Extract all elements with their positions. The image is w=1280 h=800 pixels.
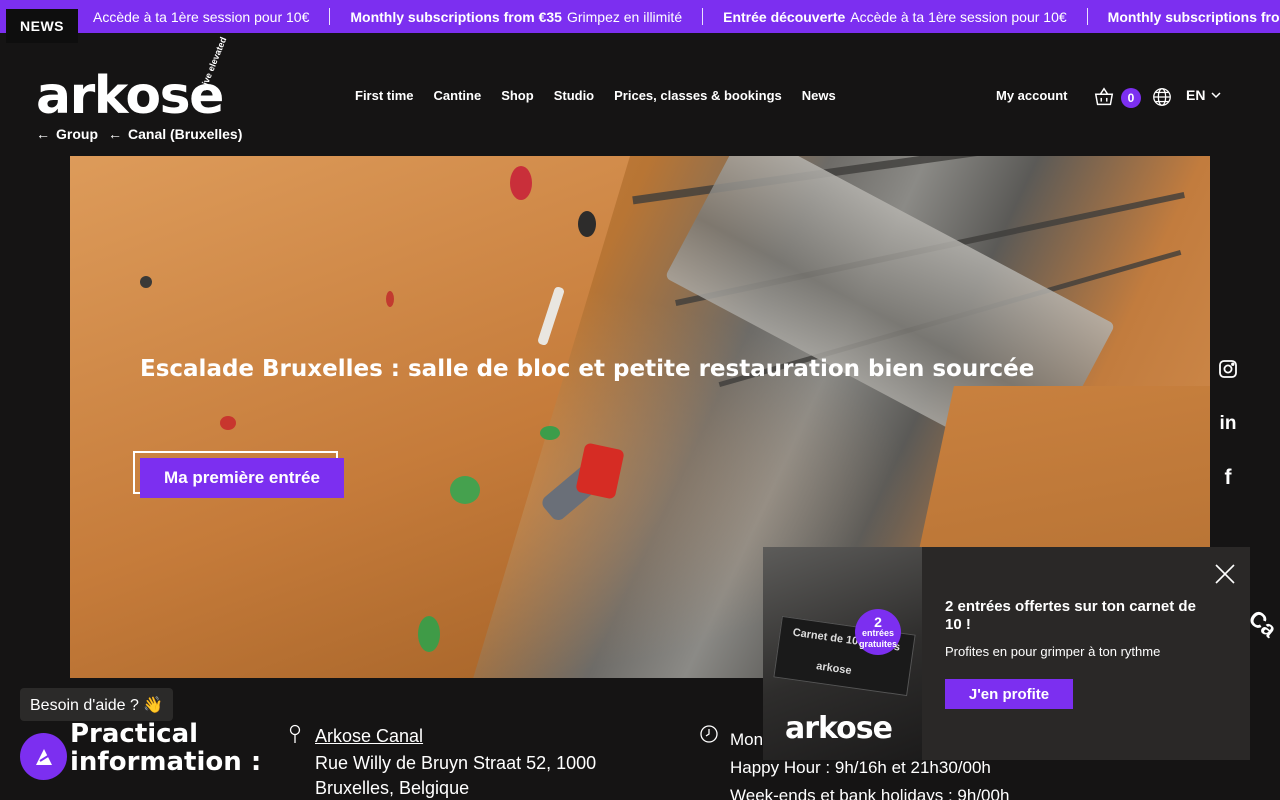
help-bubble[interactable]: Besoin d'aide ? 👋 — [20, 688, 174, 721]
promo-popup: Carnet de 10 entrées arkose 2 entrées gr… — [763, 547, 1250, 760]
badge-text: entrées gratuites — [858, 628, 897, 649]
free-entries-badge: 2 entrées gratuites — [855, 609, 901, 655]
popup-image: Carnet de 10 entrées arkose 2 entrées gr… — [763, 547, 922, 760]
popup-cta-button[interactable]: J'en profite — [945, 679, 1073, 709]
hold — [220, 416, 236, 430]
hold — [450, 476, 480, 504]
badge-number: 2 — [874, 614, 882, 630]
help-chat-button[interactable] — [20, 733, 67, 780]
main-nav: First time Cantine Shop Studio Prices, c… — [355, 88, 836, 103]
ticker-item[interactable]: Accède à ta 1ère session pour 10€ — [88, 9, 329, 25]
hold — [540, 426, 560, 440]
ticker-item-text: Accède à ta 1ère session pour 10€ — [850, 8, 1067, 25]
news-ticker: Accède à ta 1ère session pour 10€ Monthl… — [0, 0, 1280, 33]
location-pin-icon — [289, 724, 301, 743]
ticker-item-bold: Entrée découverte — [723, 8, 846, 25]
breadcrumb-label: Group — [56, 126, 98, 142]
news-badge: NEWS — [6, 9, 78, 43]
ticker-item[interactable]: Entrée découverte Accède à ta 1ère sessio… — [703, 9, 1087, 25]
cart-count-badge: 0 — [1121, 88, 1141, 108]
ticker-separator — [329, 8, 331, 25]
ticker-item-text: Grimpez en illimité — [566, 8, 683, 25]
globe-icon[interactable] — [1151, 86, 1173, 108]
arrow-left-icon: ← — [108, 126, 122, 142]
popup-title: 2 entrées offertes sur ton carnet de 10 … — [945, 598, 1196, 633]
venue-link[interactable]: Arkose Canal — [315, 726, 423, 747]
chat-logo-icon — [35, 748, 52, 765]
ticker-item[interactable]: Monthly subscriptions from €35 Grimpez en… — [330, 9, 702, 25]
popup-text: Profites en pour grimper à ton rythme — [945, 644, 1161, 659]
ticker-item-text: Accède à ta 1ère session pour 10€ — [93, 8, 310, 25]
climber — [575, 442, 625, 500]
hours-line: Week-ends et bank holidays : 9h/00h — [730, 786, 1010, 800]
hold — [578, 211, 596, 237]
facebook-icon[interactable]: f — [1216, 466, 1240, 490]
breadcrumb-group[interactable]: ← Group — [36, 126, 98, 142]
nav-cantine[interactable]: Cantine — [434, 88, 482, 103]
ticker-separator — [1086, 8, 1088, 25]
hero-title: Escalade Bruxelles : salle de bloc et pe… — [140, 356, 1035, 382]
hero-wall — [70, 156, 630, 678]
logo[interactable]: arkose Live elevated — [36, 36, 236, 126]
basket-icon[interactable] — [1093, 86, 1115, 108]
breadcrumb-canal[interactable]: ← Canal (Bruxelles) — [108, 126, 242, 142]
linkedin-icon[interactable]: in — [1216, 412, 1240, 436]
close-icon[interactable] — [1214, 563, 1236, 585]
ticket-brand: arkose — [815, 660, 853, 678]
my-account-link[interactable]: My account — [996, 88, 1068, 103]
ticker-track: Accède à ta 1ère session pour 10€ Monthl… — [88, 0, 1280, 33]
popup-brand-logo: arkose — [785, 711, 893, 746]
instagram-icon[interactable] — [1216, 357, 1240, 381]
arrow-left-icon: ← — [36, 126, 50, 142]
hold — [386, 291, 394, 307]
ticker-item[interactable]: Monthly subscriptions from — [1088, 9, 1280, 25]
nav-studio[interactable]: Studio — [554, 88, 594, 103]
language-selector[interactable]: EN — [1186, 87, 1221, 103]
nav-prices[interactable]: Prices, classes & bookings — [614, 88, 782, 103]
nav-first-time[interactable]: First time — [355, 88, 414, 103]
nav-shop[interactable]: Shop — [501, 88, 534, 103]
ticker-item-bold: Monthly subscriptions from €35 — [350, 8, 562, 25]
clock-icon — [700, 725, 718, 743]
ticker-separator — [702, 8, 704, 25]
hold — [510, 166, 532, 200]
first-entry-button[interactable]: Ma première entrée — [140, 458, 344, 498]
venue-address: Rue Willy de Bruyn Straat 52, 1000 Bruxe… — [315, 753, 597, 798]
language-label: EN — [1186, 87, 1206, 103]
breadcrumb: ← Group ← Canal (Bruxelles) — [36, 126, 242, 142]
hold — [418, 616, 440, 652]
practical-info-title: Practical information : — [70, 719, 262, 777]
hold — [140, 276, 152, 288]
breadcrumb-label: Canal (Bruxelles) — [128, 126, 243, 142]
nav-news[interactable]: News — [802, 88, 836, 103]
chevron-down-icon — [1211, 91, 1221, 98]
ticker-item-bold: Monthly subscriptions from — [1107, 8, 1280, 25]
